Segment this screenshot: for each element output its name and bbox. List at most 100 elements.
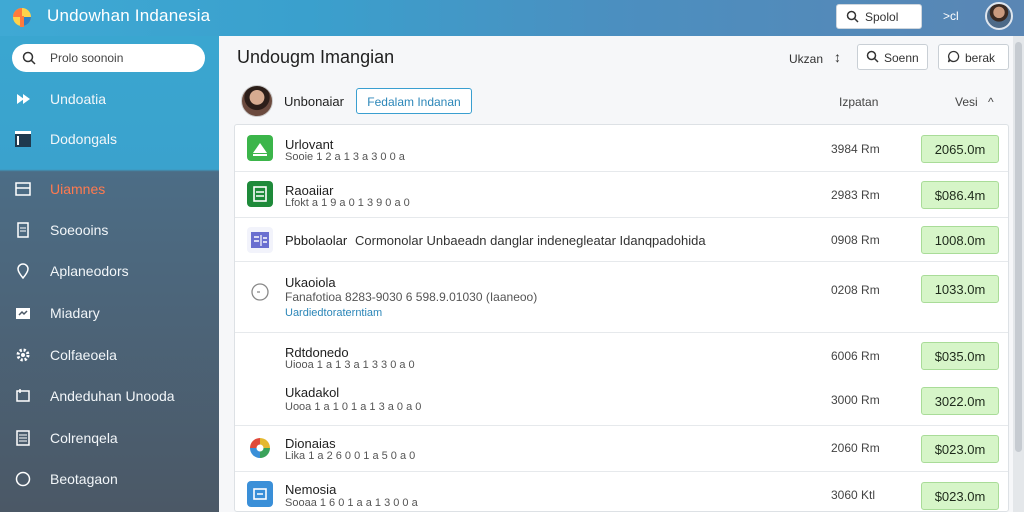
row-title: Pbbolaolar <box>285 233 348 248</box>
row-action-button[interactable]: 1008.0m <box>921 226 999 254</box>
sidebar-item-beotagaon[interactable]: Beotagaon <box>0 466 219 492</box>
folder-icon <box>16 308 30 319</box>
row-title: Dionaias <box>285 436 336 451</box>
row-subtitle: Fanafotioa 8283-9030 6 598.9.01030 (Iaan… <box>285 290 538 304</box>
row-action-button[interactable]: 3022.0m <box>921 387 999 415</box>
sidebar-item-colfaeoela[interactable]: Colfaeoela <box>0 342 219 368</box>
sidebar-item-miadary[interactable]: Miadary <box>0 300 219 326</box>
column-header-version[interactable]: Vesi <box>955 95 978 109</box>
form-icon <box>247 227 273 253</box>
row-size: 0208 Rm <box>831 283 880 297</box>
row-subtitle: Sooie 1 2 a 1 3 a 3 0 0 a <box>285 151 405 163</box>
row-title: Ukadakol <box>285 385 340 400</box>
drive-icon <box>247 481 273 507</box>
chat-icon <box>947 50 960 63</box>
row-size: 3000 Rm <box>831 393 880 407</box>
table-row[interactable]: Dionaias Lika 1 a 2 6 0 0 1 a 5 0 a 0 20… <box>235 426 1008 472</box>
filter-button[interactable]: Fedalam Indanan <box>356 88 472 114</box>
sidebar-item-soeooins[interactable]: Soeooins <box>0 217 219 243</box>
table-row[interactable]: Ukadakol Uooa 1 a 1 0 1 a 1 3 a 0 a 0 30… <box>235 379 1008 426</box>
sidebar-search-placeholder: Prolo soonoin <box>50 51 124 65</box>
clock-icon <box>251 283 269 301</box>
upload-icon <box>247 135 273 161</box>
row-action-button[interactable]: $023.0m <box>921 435 999 463</box>
top-search-label: Spolol <box>865 10 899 24</box>
owner-name: Unbonaiar <box>284 94 344 109</box>
sidebar: Prolo soonoin Undoatia Dodongals Uiamnes… <box>0 36 219 512</box>
inbox-icon <box>15 182 31 196</box>
sidebar-item-label: Soeooins <box>50 222 109 238</box>
sidebar-item-dodongals[interactable]: Dodongals <box>0 126 219 152</box>
table-row[interactable]: Urlovant Sooie 1 2 a 1 3 a 3 0 0 a 3984 … <box>235 125 1008 172</box>
sidebar-item-label: Dodongals <box>50 131 117 147</box>
row-title: Rdtdonedo <box>285 345 349 360</box>
chat-button[interactable]: berak <box>938 44 1009 70</box>
sidebar-item-label: Miadary <box>50 305 100 321</box>
row-size: 2983 Rm <box>831 188 880 202</box>
sidebar-item-colrenqela[interactable]: Colrenqela <box>0 425 219 451</box>
location-icon <box>17 263 29 280</box>
sidebar-item-undoatia[interactable]: Undoatia <box>0 86 219 112</box>
row-subtitle: Uooa 1 a 1 0 1 a 1 3 a 0 a 0 <box>285 401 422 413</box>
row-subtitle: Uiooa 1 a 1 3 a 1 3 3 0 a 0 <box>285 359 415 371</box>
user-avatar[interactable] <box>985 2 1013 30</box>
table-row[interactable]: Nemosia Sooaa 1 6 0 1 a a 1 3 0 0 a 3060… <box>235 472 1008 512</box>
row-action-button[interactable]: $086.4m <box>921 181 999 209</box>
table-row[interactable]: Raoaiiar Lfokt a 1 9 a 0 1 3 9 0 a 0 298… <box>235 172 1008 218</box>
circle-icon <box>15 471 31 487</box>
window-icon <box>15 131 31 147</box>
scrollbar[interactable] <box>1013 36 1024 512</box>
row-action-button[interactable]: $023.0m <box>921 482 999 510</box>
search-icon <box>866 50 879 63</box>
row-size: 0908 Rm <box>831 233 880 247</box>
sort-chevron-icon[interactable]: ^ <box>988 95 994 109</box>
app-logo-icon <box>13 8 31 27</box>
row-subtitle: Cormonolar Unbaeadn danglar indenegleata… <box>355 233 706 248</box>
sheet-icon <box>247 181 273 207</box>
sort-label[interactable]: Ukzan <box>789 52 823 66</box>
list-icon <box>16 430 30 446</box>
row-subtitle: Lika 1 a 2 6 0 0 1 a 5 0 a 0 <box>285 450 416 462</box>
top-search-button[interactable]: Spolol <box>836 4 922 29</box>
document-icon <box>17 222 29 238</box>
search-icon <box>846 10 859 23</box>
chat-button-label: berak <box>965 51 996 65</box>
row-size: 6006 Rm <box>831 349 880 363</box>
sidebar-item-label: Undoatia <box>50 91 107 107</box>
search-icon <box>22 51 36 65</box>
terminal-button[interactable]: >cl <box>943 9 959 23</box>
row-size: 3984 Rm <box>831 142 880 156</box>
column-header-size[interactable]: Izpatan <box>839 95 878 109</box>
table-row[interactable]: Pbbolaolar Cormonolar Unbaeadn danglar i… <box>235 218 1008 262</box>
row-action-button[interactable]: 2065.0m <box>921 135 999 163</box>
photos-icon <box>250 438 270 458</box>
sidebar-item-aplaneodors[interactable]: Aplaneodors <box>0 258 219 284</box>
row-action-button[interactable]: 1033.0m <box>921 275 999 303</box>
row-size: 3060 Ktl <box>831 488 876 502</box>
arrow-icon <box>17 94 30 104</box>
row-title: Nemosia <box>285 482 337 497</box>
sidebar-search-input[interactable]: Prolo soonoin <box>12 44 205 72</box>
top-bar: Undowhan Indanesia Spolol >cl <box>0 0 1024 36</box>
row-link[interactable]: Uardiedtoraterntiam <box>285 307 382 319</box>
row-title: Ukaoiola <box>285 275 336 290</box>
sidebar-item-andeduhan-unooda[interactable]: Andeduhan Unooda <box>0 383 219 409</box>
scrollbar-thumb[interactable] <box>1015 42 1022 452</box>
app-title: Undowhan Indanesia <box>47 6 211 25</box>
table-row[interactable]: Rdtdonedo Uiooa 1 a 1 3 a 1 3 3 0 a 0 60… <box>235 333 1008 379</box>
search-button[interactable]: Soenn <box>857 44 928 70</box>
table-row[interactable]: Ukaoiola Fanafotioa 8283-9030 6 598.9.01… <box>235 262 1008 333</box>
export-icon <box>16 389 30 402</box>
sidebar-item-label: Colfaeoela <box>50 347 117 363</box>
sort-toggle-icon[interactable]: ↕ <box>834 49 841 65</box>
row-size: 2060 Rm <box>831 441 880 455</box>
sidebar-item-uiamnes[interactable]: Uiamnes <box>0 176 219 202</box>
row-subtitle: Lfokt a 1 9 a 0 1 3 9 0 a 0 <box>285 197 410 209</box>
row-title: Raoaiiar <box>285 183 334 198</box>
row-subtitle: Sooaa 1 6 0 1 a a 1 3 0 0 a <box>285 497 418 509</box>
page-title: Undougm Imangian <box>237 47 395 67</box>
search-button-label: Soenn <box>884 51 919 65</box>
row-action-button[interactable]: $035.0m <box>921 342 999 370</box>
sidebar-item-label: Colrenqela <box>50 430 118 446</box>
row-title: Urlovant <box>285 137 334 152</box>
